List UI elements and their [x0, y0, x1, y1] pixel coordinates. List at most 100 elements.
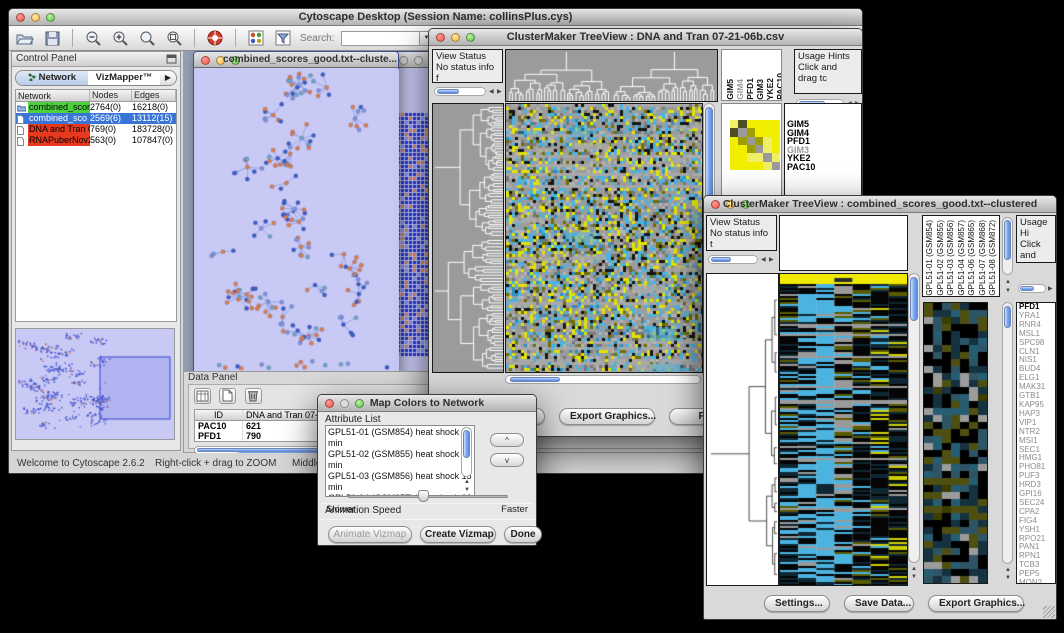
matrix-cell[interactable] [747, 153, 755, 161]
matrix-cell[interactable] [755, 120, 763, 128]
matrix-cell[interactable] [755, 128, 763, 136]
tv2-heatmap[interactable] [779, 273, 908, 586]
matrix-cell[interactable] [738, 145, 746, 153]
matrix-cell[interactable] [763, 137, 771, 145]
birdseye-overview[interactable] [15, 328, 175, 440]
attribute-list-item[interactable]: GPL51-01 (GSM854) heat shock 05 min [328, 427, 472, 449]
matrix-cell[interactable] [755, 137, 763, 145]
attribute-list[interactable]: GPL51-01 (GSM854) heat shock 05 minGPL51… [325, 425, 475, 497]
main-titlebar[interactable]: Cytoscape Desktop (Session Name: collins… [9, 9, 862, 26]
matrix-cell[interactable] [747, 137, 755, 145]
attribute-select-icon[interactable] [194, 388, 211, 404]
tv1-status-hscrollbar[interactable] [434, 87, 486, 96]
scroll-up-icon[interactable]: ▲ [1005, 279, 1011, 285]
zoom-in-button[interactable] [110, 29, 130, 48]
save-data-button[interactable]: Save Data... [844, 595, 914, 612]
tv2-row-dendrogram[interactable] [706, 273, 779, 586]
resize-grip[interactable] [1043, 606, 1055, 618]
tv2-col-labels-vscrollbar[interactable] [1002, 217, 1013, 275]
trash-icon[interactable] [245, 388, 262, 404]
tv1-heatmap-hscrollbar[interactable] [505, 375, 701, 384]
matrix-cell[interactable] [747, 120, 755, 128]
matrix-cell[interactable] [772, 128, 780, 136]
scroll-thumb[interactable] [910, 277, 918, 321]
move-up-button[interactable]: ^ [490, 433, 524, 447]
filter-button[interactable] [273, 29, 293, 48]
scroll-thumb[interactable] [510, 377, 560, 382]
matrix-cell[interactable] [747, 145, 755, 153]
export-graphics-button[interactable]: Export Graphics... [559, 408, 655, 425]
scroll-down-icon[interactable]: ▼ [464, 487, 470, 493]
settings-button[interactable]: Settings... [764, 595, 830, 612]
scroll-down-icon[interactable]: ▼ [1005, 288, 1011, 294]
scroll-down-icon[interactable]: ▼ [911, 574, 917, 580]
network-list-row[interactable]: RNAPuberNov2+|563(0)107847(0) [16, 135, 176, 146]
attribute-list-item[interactable]: GPL51-03 (GSM856) heat shock 15 min [328, 471, 472, 493]
tv2-zoom-heatmap[interactable] [923, 302, 988, 584]
scroll-thumb[interactable] [437, 89, 459, 94]
matrix-cell[interactable] [755, 162, 763, 170]
matrix-cell[interactable] [772, 153, 780, 161]
col-nodes[interactable]: Nodes [90, 90, 132, 101]
slider-thumb[interactable] [418, 490, 429, 502]
matrix-cell[interactable] [763, 162, 771, 170]
scroll-right-icon[interactable]: ▶ [1048, 286, 1053, 292]
matrix-cell[interactable] [738, 137, 746, 145]
matrix-cell[interactable] [747, 128, 755, 136]
scroll-thumb[interactable] [711, 257, 731, 262]
tv1-row-dendrogram[interactable] [432, 103, 504, 373]
network-list-row[interactable]: combined_sco2569(6)13112(15) [16, 113, 176, 124]
attribute-list-vscrollbar[interactable] [461, 427, 472, 477]
matrix-cell[interactable] [755, 153, 763, 161]
matrix-cell[interactable] [763, 153, 771, 161]
open-file-button[interactable] [15, 29, 35, 48]
matrix-cell[interactable] [772, 137, 780, 145]
save-button[interactable] [42, 29, 62, 48]
tv2-hints-hscrollbar[interactable] [1018, 284, 1046, 293]
tv2-status-hscrollbar[interactable] [708, 255, 758, 264]
matrix-cell[interactable] [755, 145, 763, 153]
network-window-1-titlebar[interactable]: combined_scores_good.txt--cluste... [194, 52, 398, 68]
tv2-column-dendrogram-area[interactable] [779, 215, 908, 271]
move-down-button[interactable]: v [490, 453, 524, 467]
float-panel-icon[interactable] [166, 54, 177, 64]
new-document-icon[interactable] [219, 388, 236, 404]
scroll-thumb[interactable] [1004, 220, 1011, 260]
scroll-up-icon[interactable]: ▲ [1005, 567, 1011, 573]
zoom-fit-button[interactable] [137, 29, 157, 48]
scroll-thumb[interactable] [463, 430, 470, 458]
search-input[interactable]: ▼ [341, 31, 433, 46]
scroll-right-icon[interactable]: ▶ [769, 257, 774, 263]
matrix-cell[interactable] [730, 153, 738, 161]
dialog-titlebar[interactable]: Map Colors to Network [318, 395, 536, 412]
matrix-cell[interactable] [763, 128, 771, 136]
network-view-1[interactable] [195, 69, 399, 375]
similarity-matrix[interactable] [730, 120, 780, 170]
tab-network[interactable]: Network [16, 71, 88, 85]
matrix-cell[interactable] [772, 162, 780, 170]
matrix-cell[interactable] [730, 120, 738, 128]
scroll-thumb[interactable] [1004, 306, 1011, 328]
create-vizmap-button[interactable]: Create Vizmap [420, 526, 496, 543]
export-graphics-button[interactable]: Export Graphics... [928, 595, 1024, 612]
done-button[interactable]: Done [504, 526, 542, 543]
tv2-heatmap-vscrollbar[interactable] [908, 273, 920, 563]
scroll-thumb[interactable] [1020, 286, 1034, 291]
matrix-cell[interactable] [730, 137, 738, 145]
treeview2-titlebar[interactable]: ClusterMaker TreeView : combined_scores_… [704, 196, 1056, 213]
matrix-cell[interactable] [772, 145, 780, 153]
tv1-column-dendrogram[interactable] [505, 49, 718, 102]
attribute-list-item[interactable]: GPL51-02 (GSM855) heat shock 10 min [328, 449, 472, 471]
scroll-up-icon[interactable]: ▲ [911, 566, 917, 572]
tv2-zoom-vscrollbar[interactable] [1002, 302, 1013, 564]
close-icon[interactable] [201, 56, 210, 65]
help-lifesaver-icon[interactable] [205, 29, 225, 48]
tabs-more-icon[interactable]: ▶ [160, 71, 176, 85]
tab-vizmapper[interactable]: VizMapper™ [88, 71, 160, 85]
matrix-cell[interactable] [763, 145, 771, 153]
matrix-cell[interactable] [730, 162, 738, 170]
matrix-cell[interactable] [747, 162, 755, 170]
scroll-up-icon[interactable]: ▲ [464, 479, 470, 485]
treeview1-titlebar[interactable]: ClusterMaker TreeView : DNA and Tran 07-… [429, 29, 862, 46]
animate-vizmap-button[interactable]: Animate Vizmap [328, 526, 412, 543]
